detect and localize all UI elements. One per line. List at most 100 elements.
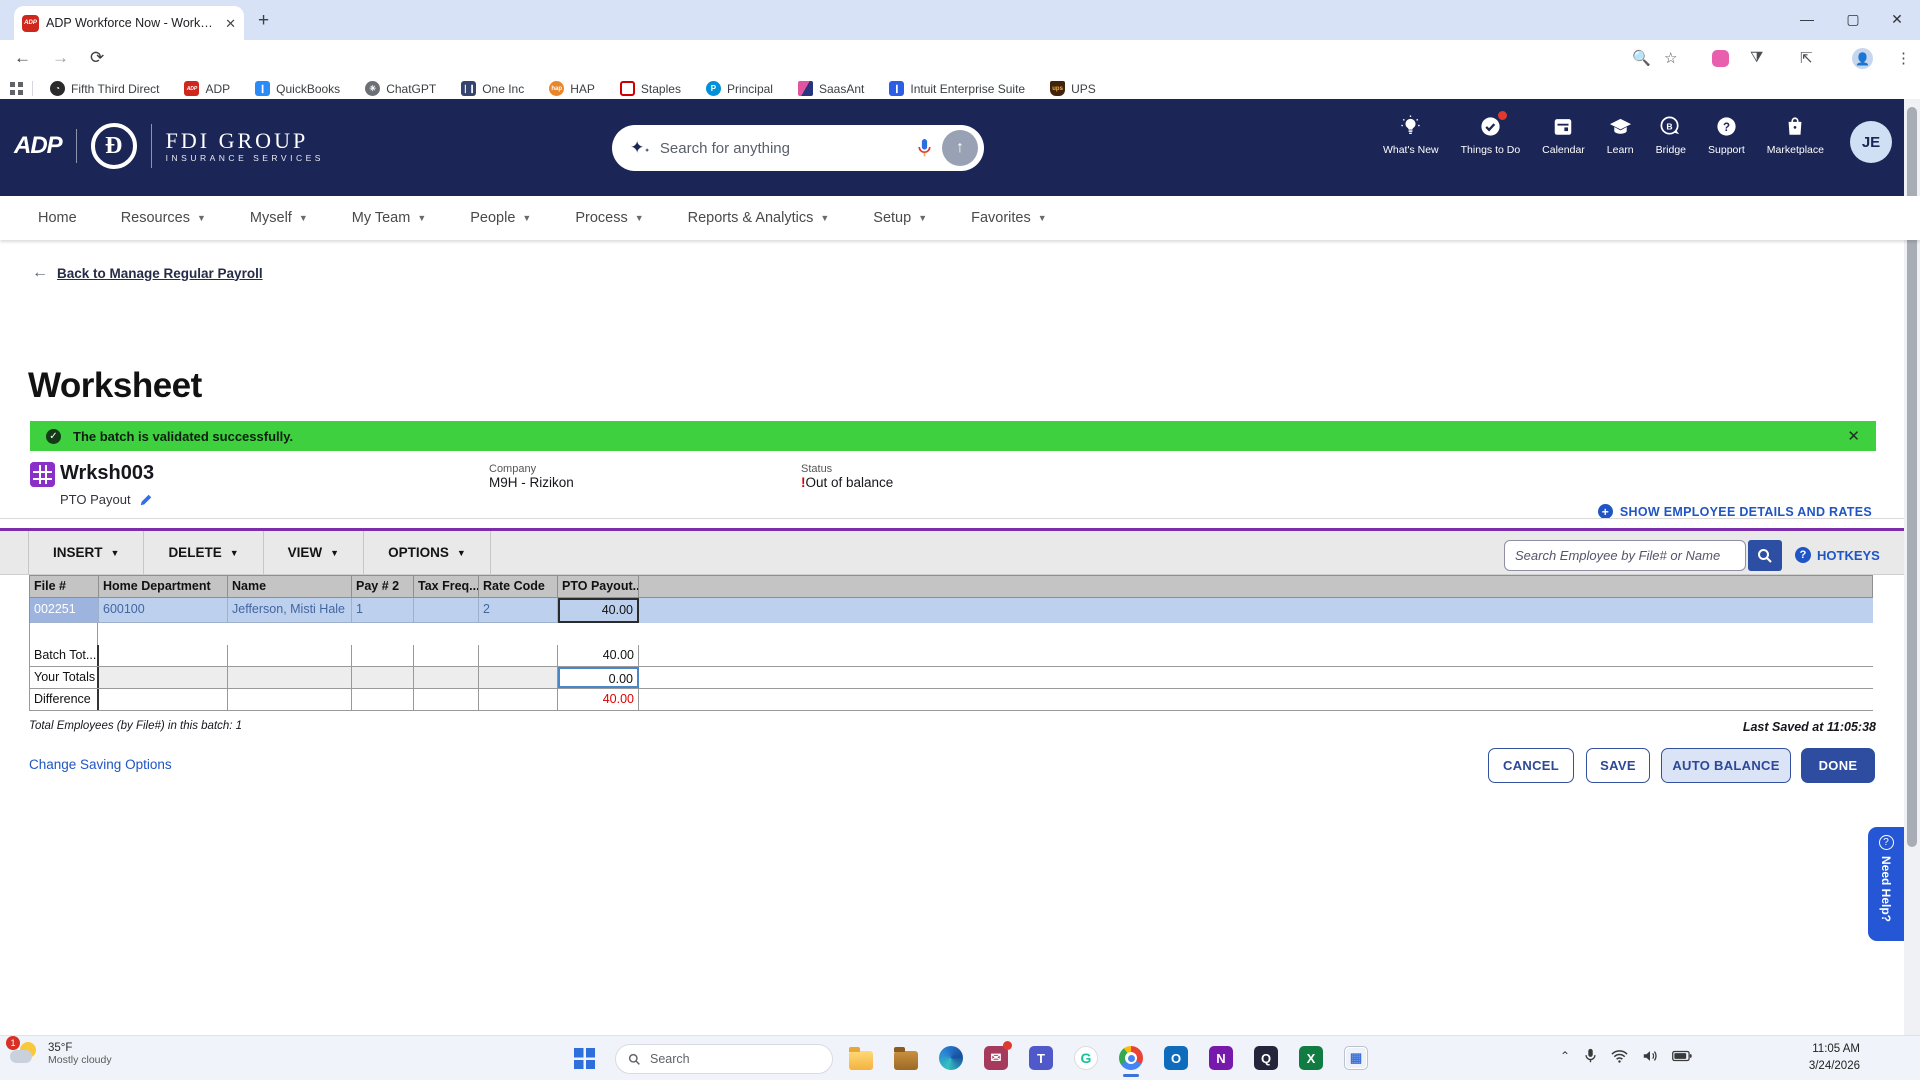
grammarly-icon[interactable]: G	[1073, 1043, 1099, 1073]
employee-search-input[interactable]	[1504, 540, 1746, 571]
quickbooks-icon[interactable]: Q	[1253, 1043, 1279, 1073]
whats-new-button[interactable]: What's New	[1383, 115, 1439, 156]
cast-device-icon[interactable]: ⇱	[1800, 49, 1813, 67]
profile-avatar-icon[interactable]: 👤	[1852, 48, 1873, 69]
browser-menu-icon[interactable]: ⋮	[1896, 49, 1911, 67]
things-to-do-button[interactable]: Things to Do	[1461, 111, 1520, 156]
battery-icon[interactable]	[1672, 1050, 1692, 1062]
show-employee-details-link[interactable]: + SHOW EMPLOYEE DETAILS AND RATES	[1597, 504, 1872, 519]
window-close-button[interactable]: ✕	[1880, 4, 1914, 34]
nav-resources[interactable]: Resources ▼	[121, 210, 206, 226]
col-header-name[interactable]: Name	[228, 576, 352, 597]
nav-favorites[interactable]: Favorites ▼	[971, 210, 1047, 226]
weather-widget[interactable]: 1 35°F Mostly cloudy	[6, 1036, 112, 1068]
excel-icon[interactable]: X	[1298, 1043, 1324, 1073]
nav-setup[interactable]: Setup ▼	[873, 210, 927, 226]
spreadsheet-grid-icon[interactable]: ▦	[1343, 1043, 1369, 1073]
edge-icon[interactable]	[938, 1043, 964, 1073]
zoom-icon[interactable]: 🔍	[1632, 49, 1651, 67]
forward-icon[interactable]: →	[52, 48, 69, 68]
window-maximize-button[interactable]: ▢	[1836, 4, 1870, 34]
hotkeys-link[interactable]: ? HOTKEYS	[1795, 547, 1880, 563]
apps-grid-icon[interactable]	[10, 82, 23, 95]
cell-rate-code[interactable]: 2	[479, 598, 558, 623]
bookmark-quickbooks[interactable]: ❙ QuickBooks	[247, 81, 348, 96]
edit-pencil-icon[interactable]	[139, 493, 153, 507]
view-menu-button[interactable]: VIEW ▼	[264, 531, 365, 574]
cell-name[interactable]: Jefferson, Misti Hale	[228, 598, 352, 623]
save-button[interactable]: SAVE	[1586, 748, 1650, 783]
col-header-home-department[interactable]: Home Department	[99, 576, 228, 597]
need-help-tab[interactable]: ? Need Help?	[1868, 827, 1904, 941]
done-button[interactable]: DONE	[1801, 748, 1875, 783]
bridge-button[interactable]: B Bridge	[1656, 115, 1686, 156]
bookmark-star-icon[interactable]: ☆	[1664, 49, 1677, 67]
reload-icon[interactable]: ⟳	[90, 48, 104, 68]
col-header-pto-payout[interactable]: PTO Payout...	[558, 576, 639, 597]
nav-my-team[interactable]: My Team ▼	[352, 210, 426, 226]
bookmark-hap[interactable]: hap HAP	[541, 81, 603, 96]
bookmark-principal[interactable]: P Principal	[698, 81, 781, 96]
app-red-badge-icon[interactable]: ✉	[983, 1041, 1012, 1073]
cancel-button[interactable]: CANCEL	[1488, 748, 1574, 783]
learn-button[interactable]: Learn	[1607, 115, 1634, 156]
calendar-button[interactable]: Calendar	[1542, 115, 1585, 156]
windows-start-button[interactable]	[574, 1048, 595, 1069]
insert-menu-button[interactable]: INSERT ▼	[28, 531, 145, 574]
nav-reports-analytics[interactable]: Reports & Analytics ▼	[688, 210, 830, 226]
back-to-manage-payroll-link[interactable]: ← Back to Manage Regular Payroll	[32, 264, 263, 282]
options-menu-button[interactable]: OPTIONS ▼	[364, 531, 491, 574]
nav-people[interactable]: People ▼	[470, 210, 531, 226]
back-icon[interactable]: ←	[14, 48, 31, 68]
chrome-icon-active[interactable]	[1118, 1043, 1144, 1077]
cell-tax-freq[interactable]	[414, 598, 479, 623]
change-saving-options-link[interactable]: Change Saving Options	[29, 757, 172, 772]
window-minimize-button[interactable]: —	[1790, 4, 1824, 34]
global-search-input[interactable]	[659, 139, 907, 157]
bookmark-staples[interactable]: Staples	[612, 81, 689, 96]
cell-pto-payout-selected[interactable]: 40.00	[558, 598, 639, 623]
employee-search-button[interactable]	[1748, 540, 1782, 571]
col-header-pay2[interactable]: Pay # 2	[352, 576, 414, 597]
tab-close-icon[interactable]: ✕	[225, 17, 236, 30]
wifi-icon[interactable]	[1611, 1049, 1628, 1063]
user-avatar[interactable]: JE	[1850, 121, 1892, 163]
col-header-tax-freq[interactable]: Tax Freq...	[414, 576, 479, 597]
outlook-icon[interactable]: O	[1163, 1043, 1189, 1073]
your-totals-value[interactable]: 0.00	[558, 667, 639, 688]
bookmark-intuit[interactable]: ❙ Intuit Enterprise Suite	[881, 81, 1033, 96]
cell-pay2[interactable]: 1	[352, 598, 414, 623]
new-tab-button[interactable]: +	[258, 10, 269, 32]
nav-home[interactable]: Home	[38, 210, 77, 226]
microphone-icon[interactable]	[917, 138, 932, 158]
global-search[interactable]: ✦˖ ↑	[612, 125, 984, 171]
bookmark-ups[interactable]: ups UPS	[1042, 81, 1104, 96]
banner-close-icon[interactable]: ✕	[1847, 429, 1860, 444]
file-explorer-icon[interactable]	[848, 1043, 874, 1073]
speaker-icon[interactable]	[1642, 1049, 1658, 1063]
col-header-file[interactable]: File #	[30, 576, 99, 597]
support-button[interactable]: ? Support	[1708, 115, 1745, 156]
bookmark-saasant[interactable]: SaasAnt	[790, 81, 872, 96]
browser-tab[interactable]: ADP ADP Workforce Now - Workshe ✕	[14, 6, 244, 40]
bookmark-adp[interactable]: ADP ADP	[176, 81, 238, 96]
cell-home-department[interactable]: 600100	[99, 598, 228, 623]
taskbar-clock[interactable]: 11:05 AM 3/24/2026	[1809, 1041, 1860, 1076]
teams-icon[interactable]: T	[1028, 1043, 1054, 1073]
folder-brown-icon[interactable]	[893, 1043, 919, 1073]
nav-myself[interactable]: Myself ▼	[250, 210, 308, 226]
auto-balance-button[interactable]: AUTO BALANCE	[1661, 748, 1791, 783]
delete-menu-button[interactable]: DELETE ▼	[144, 531, 264, 574]
employee-row[interactable]: 002251 600100 Jefferson, Misti Hale 1 2 …	[29, 598, 1873, 623]
taskbar-search[interactable]: Search	[615, 1044, 833, 1074]
bookmark-one-inc[interactable]: ❘❙ One Inc	[453, 81, 532, 96]
bookmark-chatgpt[interactable]: ✳ ChatGPT	[357, 81, 444, 96]
col-header-rate-code[interactable]: Rate Code	[479, 576, 558, 597]
search-submit-button[interactable]: ↑	[942, 130, 978, 166]
microphone-tray-icon[interactable]	[1584, 1048, 1597, 1064]
bookmark-fifth-third[interactable]: ◔ Fifth Third Direct	[42, 81, 167, 96]
extensions-puzzle-icon[interactable]: ⧩	[1750, 49, 1763, 66]
cell-file-number[interactable]: 002251	[30, 598, 99, 623]
hidden-icons-chevron[interactable]: ⌃	[1560, 1049, 1570, 1063]
extension-pink-icon[interactable]	[1712, 50, 1729, 67]
